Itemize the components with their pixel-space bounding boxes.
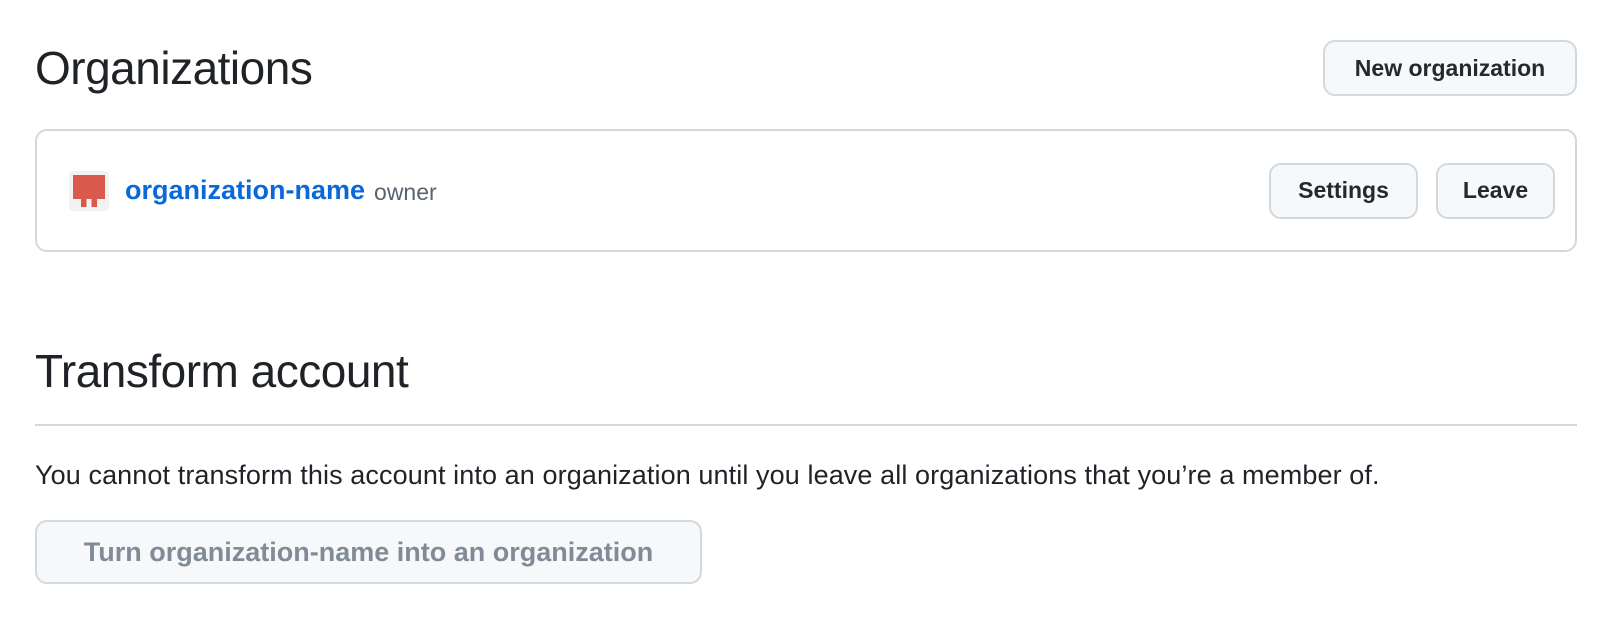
organization-actions: Settings Leave — [1269, 162, 1555, 219]
organizations-settings-page: Organizations New organization organizat… — [0, 0, 1612, 618]
organization-list-item: organization-name owner Settings Leave — [35, 129, 1577, 252]
organization-role: owner — [374, 178, 437, 205]
transform-account-description: You cannot transform this account into a… — [35, 460, 1380, 490]
organizations-header: Organizations New organization — [35, 40, 1577, 96]
organization-settings-button[interactable]: Settings — [1269, 162, 1418, 219]
new-organization-button[interactable]: New organization — [1323, 40, 1577, 96]
transform-account-title: Transform account — [35, 345, 409, 397]
identicon-avatar-icon[interactable] — [69, 170, 109, 211]
transform-account-header: Transform account — [35, 340, 1577, 426]
organization-name-link[interactable]: organization-name — [125, 175, 365, 206]
organization-info: organization-name owner — [69, 170, 437, 211]
turn-into-organization-button[interactable]: Turn organization-name into an organizat… — [35, 520, 702, 584]
organizations-title: Organizations — [35, 42, 313, 94]
leave-organization-button[interactable]: Leave — [1436, 162, 1555, 219]
